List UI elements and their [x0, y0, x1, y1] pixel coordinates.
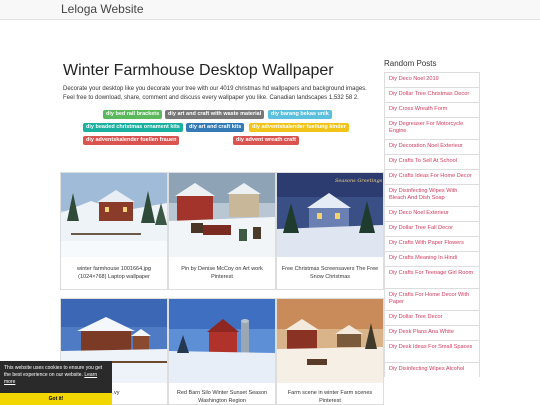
wallpaper-thumbnail[interactable]: [169, 299, 275, 383]
tag-link[interactable]: diy art and craft with waste material: [165, 110, 265, 119]
tag-link[interactable]: diy barang bekas unik: [268, 110, 332, 119]
sidebar-post-link[interactable]: Diy Desk Ideas For Small Spaces: [384, 340, 480, 362]
cookie-banner: This website uses cookies to ensure you …: [0, 361, 112, 405]
sidebar-post-link[interactable]: Diy Disinfecting Wipes With Bleach And D…: [384, 184, 480, 206]
gallery-caption[interactable]: Free Christmas Screensavers The Free Sno…: [281, 265, 379, 281]
wallpaper-thumbnail[interactable]: [277, 299, 383, 383]
sidebar-post-link[interactable]: Diy Desk Plans Ana White: [384, 325, 480, 340]
sidebar-title: Random Posts: [384, 59, 437, 68]
gallery-caption[interactable]: Pin by Denise McCoy on Art work Pinteres…: [173, 265, 271, 281]
sidebar-post-link[interactable]: Diy Deco Noel 2019: [384, 72, 480, 87]
seasons-greetings-text: Seasons Greetings: [335, 178, 383, 184]
sidebar-post-link[interactable]: Diy Crafts Meaning In Hindi: [384, 251, 480, 266]
sidebar-post-link[interactable]: Diy Crafts With Paper Flowers: [384, 236, 480, 251]
page-description: Decorate your desktop like you decorate …: [63, 86, 367, 101]
tag-link[interactable]: diy adventskalender fuellen frauen: [83, 136, 180, 145]
wallpaper-thumbnail[interactable]: [169, 173, 275, 257]
tag-link[interactable]: diy adventskalender fuellung kinder: [249, 123, 349, 132]
tag-link[interactable]: diy art and craft kits: [186, 123, 245, 132]
sidebar-post-link[interactable]: Diy Crafts For Teenage Girl Room: [384, 266, 480, 288]
tag-link[interactable]: diy beaded christmas ornament kits: [83, 123, 183, 132]
navbar: Leloga Website: [0, 0, 540, 20]
gallery-card[interactable]: winter farmhouse 1001664.jpg (1024×768) …: [60, 172, 168, 290]
cookie-accept-button[interactable]: Got it!: [0, 393, 112, 405]
tag-link[interactable]: diy bed rail brackets: [103, 110, 163, 119]
tag-link[interactable]: diy advent wreath craft: [233, 136, 299, 145]
sidebar-post-link[interactable]: Diy Crafts To Sell At School: [384, 154, 480, 169]
gallery-card[interactable]: Red Barn Silo Winter Sunset Season Washi…: [168, 298, 276, 405]
gallery-card[interactable]: Farm scene in winter Farm scenes Pintere…: [276, 298, 384, 405]
sidebar-post-link[interactable]: Diy Crafts For Home Decor With Paper: [384, 288, 480, 310]
sidebar-post-link[interactable]: Diy Decoration Noel Exterieur: [384, 139, 480, 154]
wallpaper-thumbnail[interactable]: [61, 173, 167, 257]
sidebar-post-link[interactable]: Diy Deco Noel Exterieur: [384, 206, 480, 221]
page-title: Winter Farmhouse Desktop Wallpaper: [63, 62, 334, 79]
gallery-caption[interactable]: Red Barn Silo Winter Sunset Season Washi…: [173, 389, 271, 405]
sidebar-post-link[interactable]: Diy Dollar Tree Fall Decor: [384, 221, 480, 236]
sidebar-post-link[interactable]: Diy Dollar Tree Decor: [384, 310, 480, 325]
sidebar-post-link[interactable]: Diy Dollar Tree Christmas Decor: [384, 87, 480, 102]
sidebar-post-link[interactable]: Diy Degreaser For Motorcycle Engine: [384, 117, 480, 139]
gallery-card[interactable]: Pin by Denise McCoy on Art work Pinteres…: [168, 172, 276, 290]
gallery-caption[interactable]: winter farmhouse 1001664.jpg (1024×768) …: [65, 265, 163, 281]
sidebar-post-link[interactable]: Diy Cross Wreath Form: [384, 102, 480, 117]
sidebar-post-link[interactable]: Diy Disinfecting Wipes Alcohol: [384, 362, 480, 377]
gallery-card[interactable]: Seasons Greetings Free Christmas Screens…: [276, 172, 384, 290]
gallery-caption[interactable]: Farm scene in winter Farm scenes Pintere…: [281, 389, 379, 405]
wallpaper-thumbnail[interactable]: Seasons Greetings: [277, 173, 383, 257]
site-brand-link[interactable]: Leloga Website: [61, 2, 144, 16]
sidebar-post-link[interactable]: Diy Crafts Ideas For Home Decor: [384, 169, 480, 184]
